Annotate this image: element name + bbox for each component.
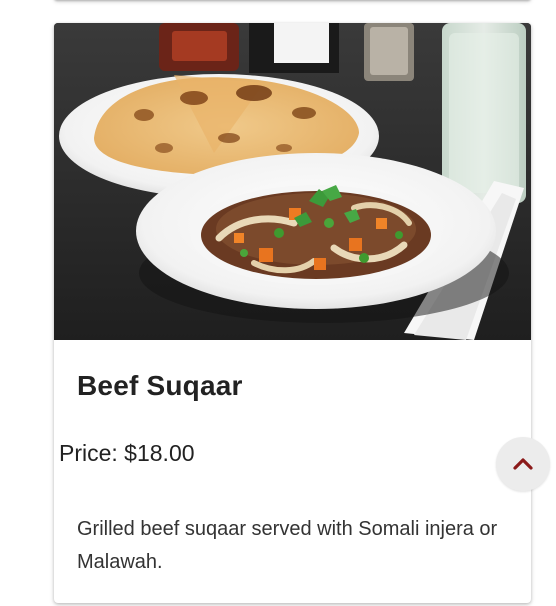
chevron-up-icon — [512, 457, 534, 471]
dish-title: Beef Suqaar — [77, 370, 243, 401]
dish-price: Price: $18.00 — [59, 440, 195, 466]
menu-item-card: Beef Suqaar Price: $18.00 Grilled beef s… — [54, 23, 531, 603]
dish-photo — [54, 23, 531, 340]
scroll-to-top-button[interactable] — [496, 437, 550, 491]
dish-description: Grilled beef suqaar served with Somali i… — [77, 518, 498, 573]
menu-page: Beef Suqaar Price: $18.00 Grilled beef s… — [0, 0, 556, 606]
